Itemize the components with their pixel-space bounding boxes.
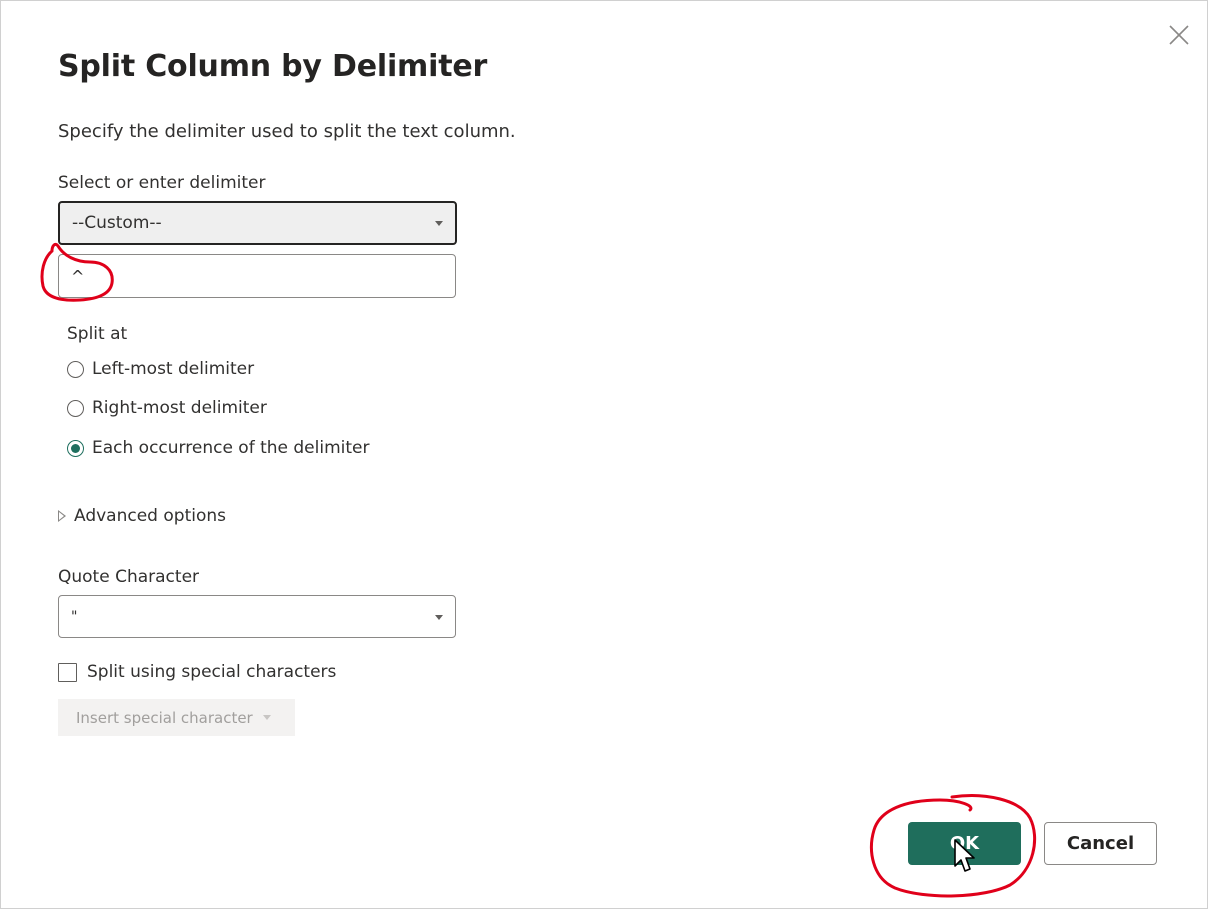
advanced-options-toggle[interactable]: Advanced options (58, 506, 226, 526)
split-column-dialog: Split Column by Delimiter Specify the de… (0, 0, 1208, 909)
chevron-down-icon (435, 614, 443, 620)
custom-delimiter-input[interactable]: ^ (58, 254, 456, 298)
radio-label: Right-most delimiter (92, 398, 267, 418)
custom-delimiter-value: ^ (71, 267, 85, 286)
dialog-title: Split Column by Delimiter (58, 49, 488, 84)
special-characters-option[interactable]: Split using special characters (58, 662, 336, 682)
delimiter-select[interactable]: --Custom-- (58, 201, 457, 245)
close-icon[interactable] (1167, 23, 1191, 47)
radio-each-occurrence[interactable]: Each occurrence of the delimiter (67, 436, 370, 460)
expand-triangle-icon (58, 510, 66, 522)
quote-character-label: Quote Character (58, 567, 200, 587)
split-at-label: Split at (67, 324, 128, 344)
quote-character-value: " (71, 608, 78, 625)
cancel-button[interactable]: Cancel (1044, 822, 1157, 865)
chevron-down-icon (262, 715, 271, 720)
insert-special-character-button[interactable]: Insert special character (58, 699, 295, 736)
delimiter-label: Select or enter delimiter (58, 173, 266, 193)
ok-button[interactable]: OK (908, 822, 1021, 865)
radio-label: Each occurrence of the delimiter (92, 438, 370, 458)
quote-character-select[interactable]: " (58, 595, 456, 638)
special-characters-checkbox[interactable] (58, 662, 77, 682)
radio-left-most[interactable]: Left-most delimiter (67, 357, 254, 381)
radio-label: Left-most delimiter (92, 359, 255, 379)
dialog-description: Specify the delimiter used to split the … (58, 121, 516, 142)
radio-button[interactable] (67, 360, 84, 378)
insert-special-character-label: Insert special character (76, 708, 253, 727)
delimiter-select-value: --Custom-- (72, 213, 162, 233)
advanced-options-label: Advanced options (74, 506, 226, 526)
chevron-down-icon (435, 221, 443, 226)
radio-button[interactable] (67, 399, 84, 417)
special-characters-label: Split using special characters (87, 662, 337, 682)
radio-right-most[interactable]: Right-most delimiter (67, 396, 267, 420)
radio-button-checked[interactable] (67, 439, 84, 457)
cancel-button-label: Cancel (1066, 833, 1135, 854)
ok-button-label: OK (949, 833, 980, 854)
